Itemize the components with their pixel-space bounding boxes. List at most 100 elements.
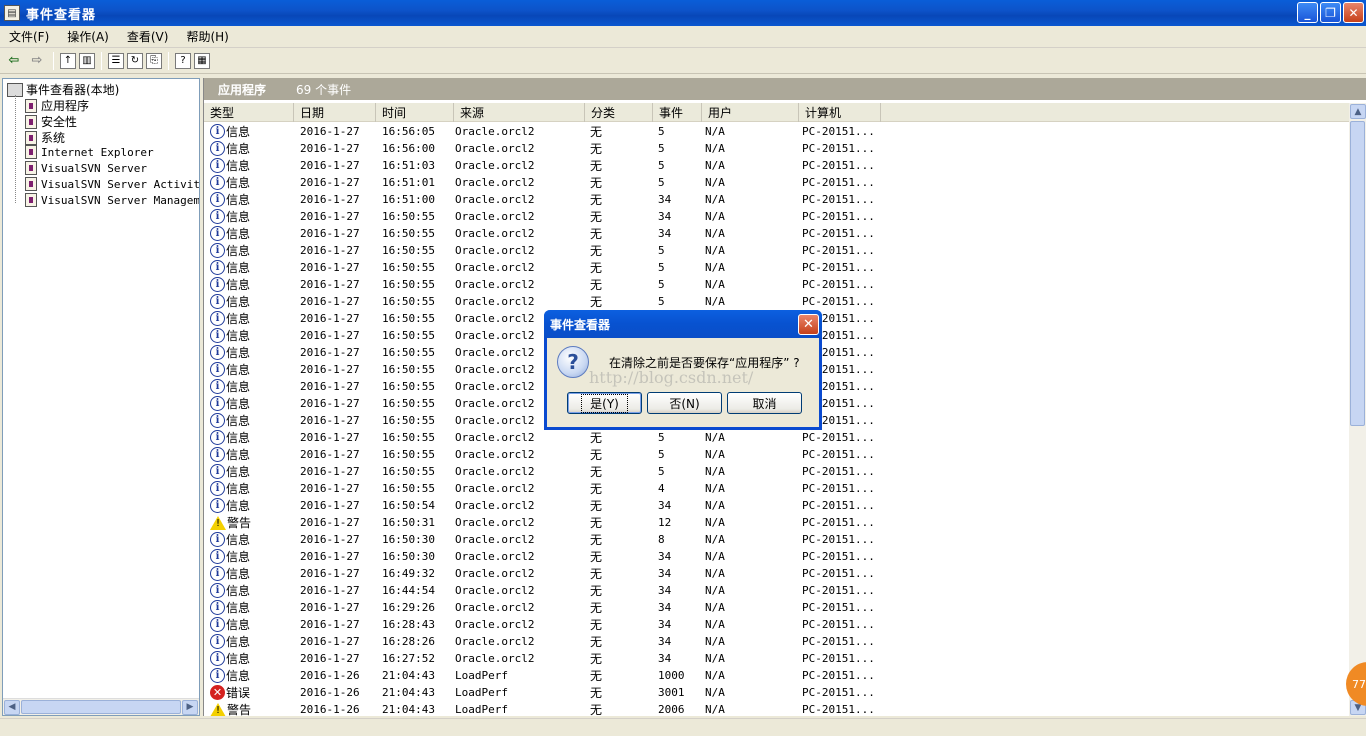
table-row[interactable]: i 信息 2016-1-27 16:28:43 Oracle.orcl2 无 34 N/A PC… [204, 616, 1349, 633]
table-row[interactable]: i 信息 2016-1-27 16:49:32 Oracle.orcl2 无 34 N/A PC… [204, 565, 1349, 582]
table-row[interactable]: i 信息 2016-1-27 16:29:26 Oracle.orcl2 无 34 N/A PC… [204, 599, 1349, 616]
tree-root[interactable]: 事件查看器(本地) [7, 81, 119, 98]
error-icon: ✕ [210, 685, 225, 700]
column-header-computer[interactable]: 计算机 [799, 103, 881, 122]
cell-category: 无 [590, 193, 603, 207]
table-row[interactable]: i 信息 2016-1-27 16:50:55 Oracle.orcl2 无 5 N/A PC-… [204, 242, 1349, 259]
forward-arrow-icon[interactable]: ⇨ [27, 51, 47, 71]
table-row[interactable]: i 信息 2016-1-27 16:50:55 Oracle.orcl2 无 5 N/A PC-… [204, 276, 1349, 293]
table-row[interactable]: i 信息 2016-1-27 16:44:54 Oracle.orcl2 无 34 N/A PC… [204, 582, 1349, 599]
menu-help[interactable]: 帮助(H) [177, 28, 237, 45]
type-label: 错误 [226, 686, 251, 700]
cell-date: 2016-1-27 [300, 414, 360, 427]
table-row[interactable]: i 信息 2016-1-27 16:28:26 Oracle.orcl2 无 34 N/A PC… [204, 633, 1349, 650]
properties-icon[interactable]: ☰ [108, 52, 124, 69]
column-header-date[interactable]: 日期 [294, 103, 376, 122]
help-icon[interactable]: ? [175, 52, 191, 69]
table-row[interactable]: i 信息 2016-1-27 16:51:01 Oracle.orcl2 无 5 N/A PC-… [204, 174, 1349, 191]
cell-user: N/A [705, 499, 725, 512]
scroll-thumb[interactable] [21, 700, 181, 714]
export-list-icon[interactable]: ⎘ [146, 52, 162, 69]
column-header-user[interactable]: 用户 [702, 103, 799, 122]
tree-item-visualsvn-management[interactable]: VisualSVN Server Management [25, 193, 199, 207]
vertical-scrollbar[interactable]: ▲ ▼ [1349, 103, 1366, 716]
table-row[interactable]: i 信息 2016-1-27 16:50:30 Oracle.orcl2 无 8 N/A PC-… [204, 531, 1349, 548]
cell-computer: PC-20151... [802, 499, 875, 512]
scroll-left-icon[interactable]: ◀ [4, 699, 20, 715]
menu-action[interactable]: 操作(A) [58, 28, 118, 45]
table-row[interactable]: i 信息 2016-1-27 16:50:55 Oracle.orcl2 无 34 N/A PC… [204, 208, 1349, 225]
table-row[interactable]: i 信息 2016-1-27 16:50:55 Oracle.orcl2 无 5 N/A PC-… [204, 463, 1349, 480]
column-header-event[interactable]: 事件 [653, 103, 702, 122]
tree-item-application[interactable]: 应用程序 [25, 97, 89, 114]
dialog-close-button[interactable]: ✕ [798, 314, 819, 335]
cell-event: 34 [658, 193, 672, 206]
cell-category: 无 [590, 448, 603, 462]
tree-item-visualsvn-server[interactable]: VisualSVN Server [25, 161, 147, 175]
table-row[interactable]: i 信息 2016-1-27 16:50:54 Oracle.orcl2 无 34 N/A PC… [204, 497, 1349, 514]
tree-item-internet-explorer[interactable]: Internet Explorer [25, 145, 154, 159]
up-folder-icon[interactable]: ↑ [60, 52, 76, 69]
console-tree[interactable]: 事件查看器(本地) 应用程序 安全性 系统 Internet Explorer … [2, 78, 200, 716]
table-row[interactable]: 警告 2016-1-27 16:50:31 Oracle.orcl2 无 12 N/A PC-… [204, 514, 1349, 531]
tree-item-security[interactable]: 安全性 [25, 113, 77, 130]
cancel-button[interactable]: 取消 [727, 392, 802, 414]
tree-item-system[interactable]: 系统 [25, 129, 65, 146]
table-row[interactable]: i 信息 2016-1-27 16:50:55 Oracle.orcl2 无 5 N/A PC-… [204, 293, 1349, 310]
close-button[interactable]: ✕ [1343, 2, 1364, 23]
type-label: 信息 [226, 312, 251, 326]
yes-button[interactable]: 是(Y) [567, 392, 642, 414]
table-row[interactable]: i 信息 2016-1-27 16:50:55 Oracle.orcl2 无 5 N/A PC-… [204, 259, 1349, 276]
tree-item-label: Internet Explorer [41, 145, 154, 159]
column-header-source[interactable]: 来源 [454, 103, 585, 122]
table-row[interactable]: i 信息 2016-1-27 16:51:03 Oracle.orcl2 无 5 N/A PC-… [204, 157, 1349, 174]
column-header-time[interactable]: 时间 [376, 103, 454, 122]
column-header-category[interactable]: 分类 [585, 103, 653, 122]
table-row[interactable]: i 信息 2016-1-27 16:50:55 Oracle.orcl2 无 4 N/A PC-… [204, 480, 1349, 497]
table-row[interactable]: i 信息 2016-1-27 16:50:55 Oracle.orcl2 无 34 N/A PC… [204, 225, 1349, 242]
table-row[interactable]: i 信息 2016-1-27 16:51:00 Oracle.orcl2 无 34 N/A PC… [204, 191, 1349, 208]
type-label: 信息 [226, 244, 251, 258]
info-icon: i [210, 362, 225, 377]
cell-event: 34 [658, 210, 672, 223]
table-row[interactable]: i 信息 2016-1-27 16:50:55 Oracle.orcl2 无 5 N/A PC-… [204, 446, 1349, 463]
table-row[interactable]: i 信息 2016-1-27 16:50:30 Oracle.orcl2 无 34 N/A PC… [204, 548, 1349, 565]
refresh-icon[interactable]: ↻ [127, 52, 143, 69]
table-row[interactable]: i 信息 2016-1-27 16:56:05 Oracle.orcl2 无 5 N/A PC-… [204, 123, 1349, 140]
restore-button[interactable]: ❐ [1320, 2, 1341, 23]
table-row[interactable]: 警告 2016-1-26 21:04:43 LoadPerf 无 2006 N/A PC-20… [204, 701, 1349, 716]
cell-computer: PC-20151... [802, 278, 875, 291]
back-arrow-icon[interactable]: ⇦ [4, 51, 24, 71]
cell-time: 16:56:05 [382, 125, 435, 138]
tree-item-visualsvn-activity[interactable]: VisualSVN Server Activity [25, 177, 199, 191]
cell-user: N/A [705, 431, 725, 444]
no-button[interactable]: 否(N) [647, 392, 722, 414]
cell-user: N/A [705, 703, 725, 716]
scroll-up-icon[interactable]: ▲ [1350, 104, 1366, 119]
column-header-type[interactable]: 类型 [204, 103, 294, 122]
cell-category: 无 [590, 244, 603, 258]
table-row[interactable]: i 信息 2016-1-27 16:27:52 Oracle.orcl2 无 34 N/A PC… [204, 650, 1349, 667]
cell-user: N/A [705, 465, 725, 478]
scroll-right-icon[interactable]: ▶ [182, 699, 198, 715]
tree-horizontal-scrollbar[interactable]: ◀ ▶ [3, 698, 199, 715]
cell-category: 无 [590, 703, 603, 716]
window-titlebar[interactable]: ▤ 事件查看器 _ ❐ ✕ [0, 0, 1366, 26]
minimize-button[interactable]: _ [1297, 2, 1318, 23]
table-row[interactable]: i 信息 2016-1-26 21:04:43 LoadPerf 无 1000 N/A PC-2… [204, 667, 1349, 684]
cell-category: 无 [590, 295, 603, 309]
console-icon[interactable]: ▦ [194, 52, 210, 69]
table-row[interactable]: ✕ 错误 2016-1-26 21:04:43 LoadPerf 无 3001 N/A PC-2… [204, 684, 1349, 701]
info-icon: i [210, 532, 225, 547]
dialog-titlebar[interactable]: 事件查看器 ✕ [544, 310, 822, 338]
cell-event: 12 [658, 516, 672, 529]
menu-view[interactable]: 查看(V) [118, 28, 178, 45]
table-row[interactable]: i 信息 2016-1-27 16:50:55 Oracle.orcl2 无 5 N/A PC-… [204, 429, 1349, 446]
menu-file[interactable]: 文件(F) [0, 28, 58, 45]
cell-user: N/A [705, 482, 725, 495]
scroll-thumb[interactable] [1350, 121, 1365, 426]
show-hide-tree-icon[interactable]: ▥ [79, 52, 95, 69]
cell-event: 34 [658, 227, 672, 240]
cell-date: 2016-1-27 [300, 516, 360, 529]
table-row[interactable]: i 信息 2016-1-27 16:56:00 Oracle.orcl2 无 5 N/A PC-… [204, 140, 1349, 157]
